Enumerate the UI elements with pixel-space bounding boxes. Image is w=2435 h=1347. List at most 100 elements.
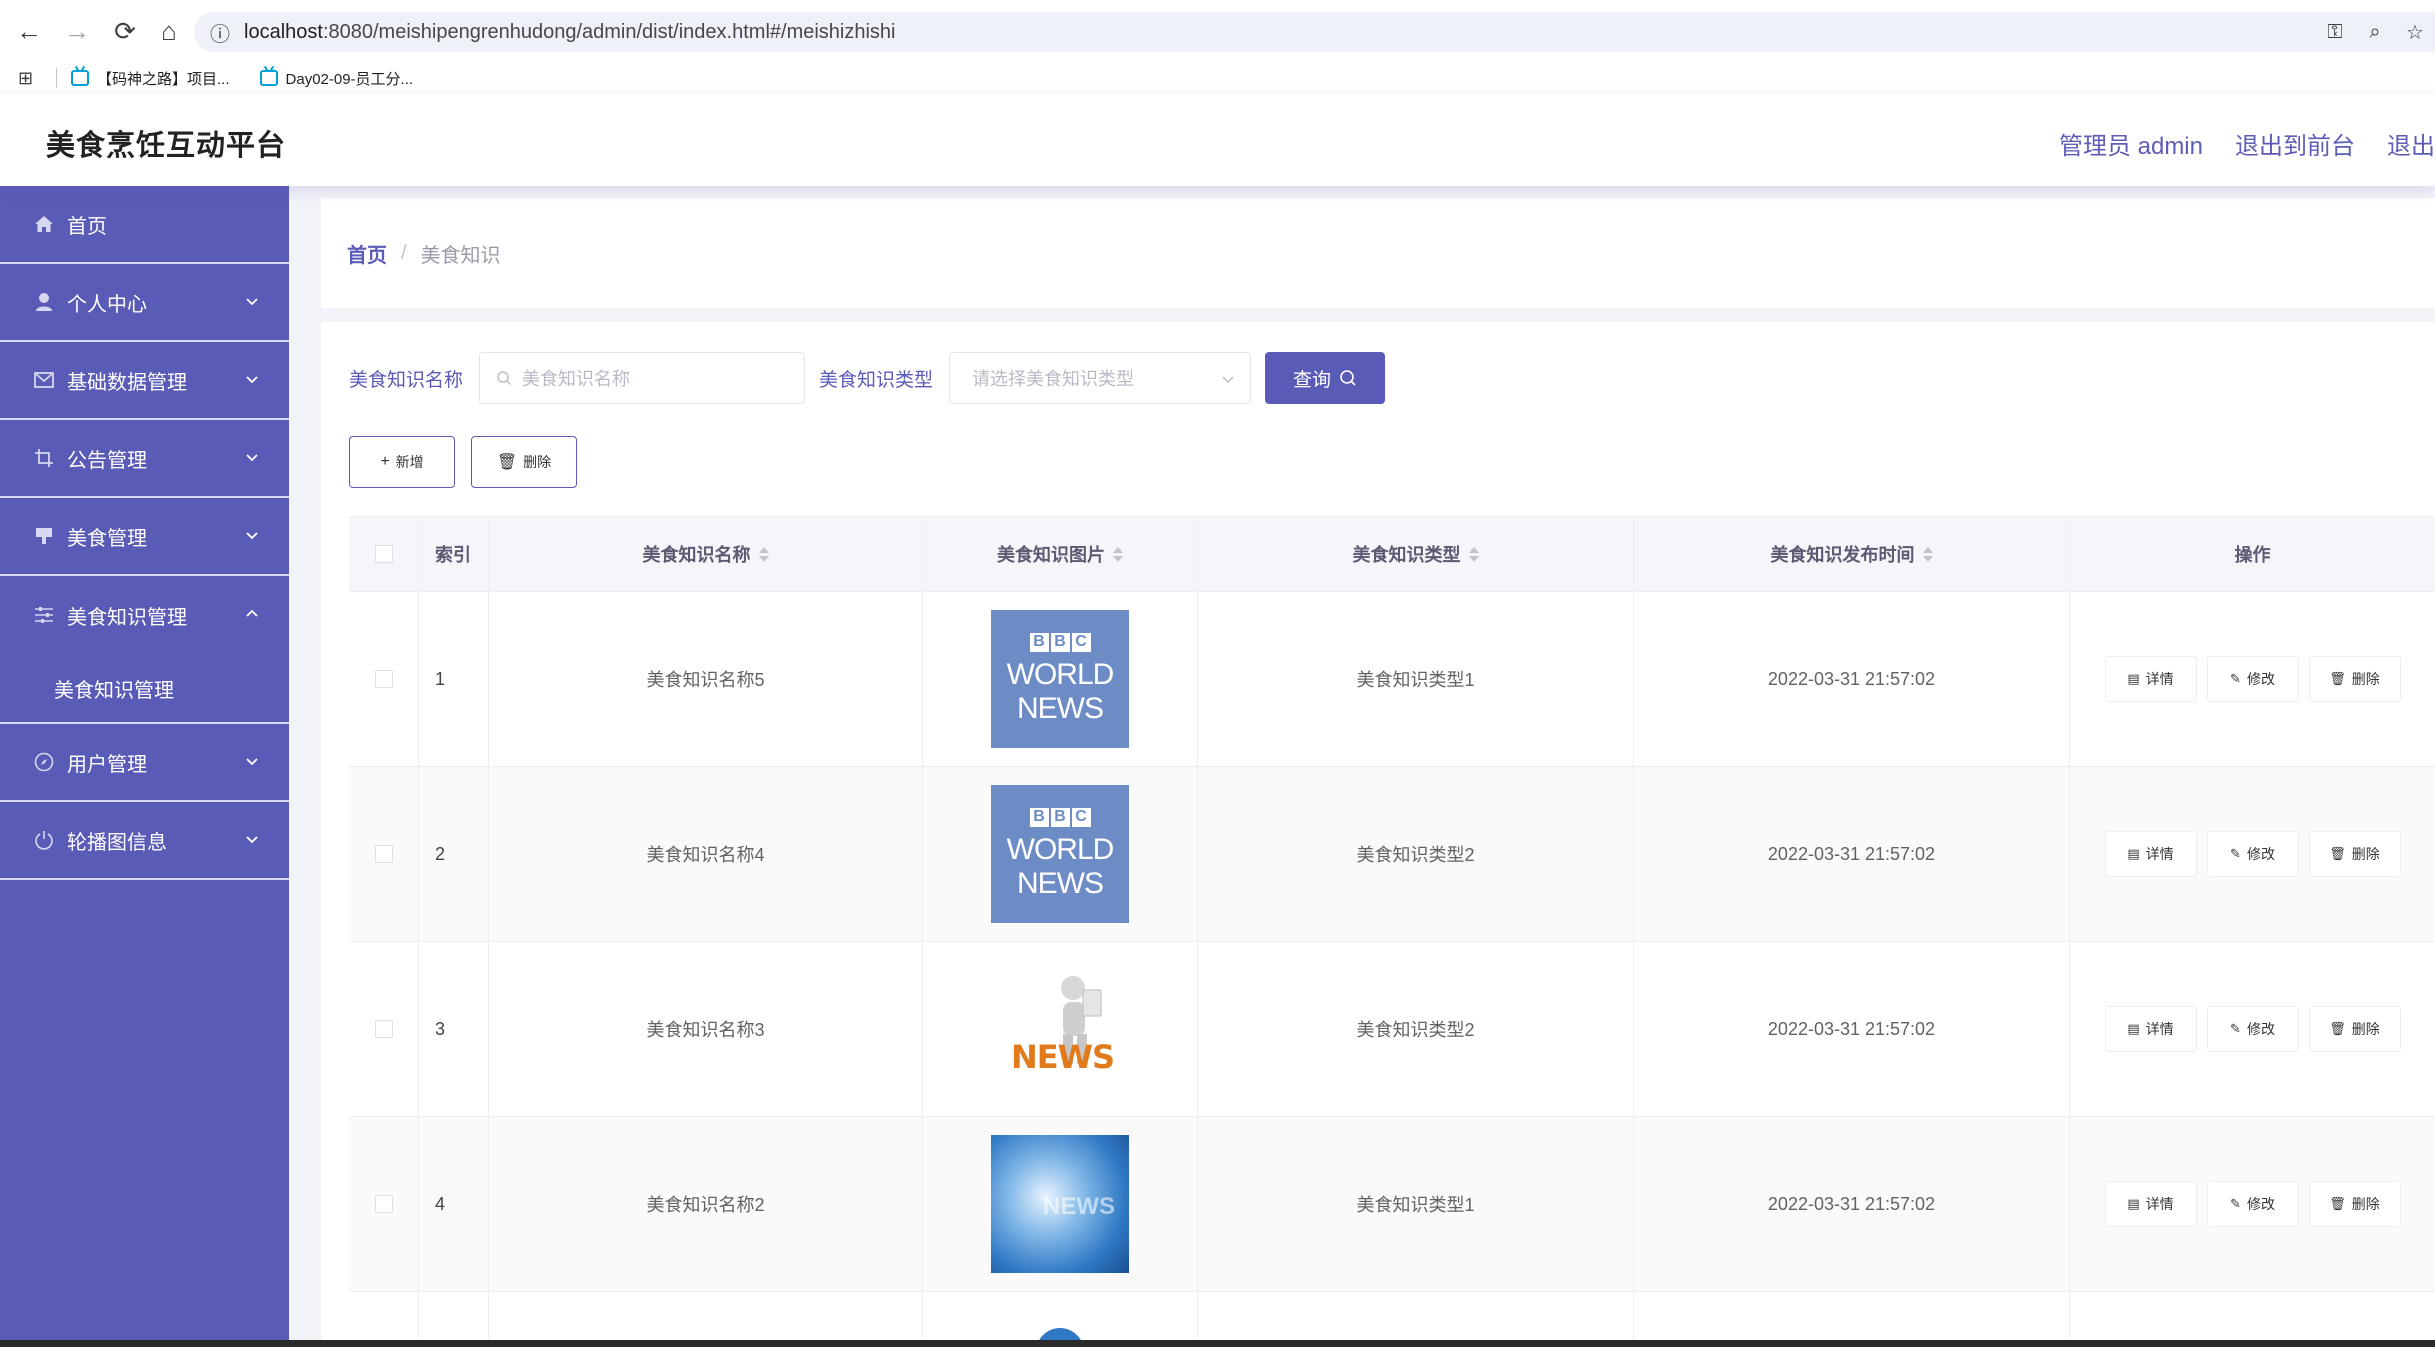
name-search-input[interactable]: 美食知识名称 [479,352,806,404]
detail-label: 详情 [2145,846,2174,862]
sidebar-item-label: 美食知识管理 [67,606,187,629]
chevron-down-icon [246,454,258,462]
row-name: 美食知识名称4 [489,767,923,941]
delete-button[interactable]: 🗑 删除 [2308,1181,2401,1227]
logout-link[interactable]: 退出 [2387,126,2435,161]
star-icon[interactable]: ☆ [2395,20,2435,45]
header-name[interactable]: 美食知识名称 [489,517,923,591]
detail-button[interactable]: ▤ 详情 [2104,1006,2197,1052]
back-icon[interactable]: ← [4,6,54,56]
table-row: 2 美食知识名称4 BBC WORLD NEWS 美食知识类型2 2022-03-… [349,767,2435,942]
news-3d-text: NEWS [1011,1038,1115,1076]
trash-icon: 🗑 [496,454,518,471]
stamp-icon [33,525,55,547]
detail-button[interactable]: ▤ 详情 [2104,831,2197,877]
exit-to-front-link[interactable]: 退出到前台 [2235,126,2355,161]
sidebar-item-basic-data[interactable]: 基础数据管理 [0,342,289,420]
key-icon[interactable]: ⚿ [2315,21,2355,44]
header-index: 索引 [419,517,489,591]
content-card: 美食知识名称 美食知识名称 美食知识类型 请选择美食知识类型 查询 + 新增 🗑 删… [321,322,2435,1347]
sort-icon[interactable] [1113,546,1123,562]
query-button[interactable]: 查询 [1265,352,1386,404]
edit-button[interactable]: ✎ 修改 [2206,1181,2299,1227]
data-table: 索引 美食知识名称 美食知识图片 美食知识类型 美食知识发布时间 操作 1 美食… [349,516,2435,1347]
detail-button[interactable]: ▤ 详情 [2104,1181,2197,1227]
header-time-label: 美食知识发布时间 [1770,545,1915,565]
row-index: 4 [419,1117,489,1291]
forward-icon[interactable]: → [52,6,102,56]
main-area: 首页 / 美食知识 美食知识名称 美食知识名称 美食知识类型 请选择美食知识类型… [289,186,2435,1347]
select-all-checkbox[interactable] [374,545,393,563]
bilibili-icon [71,70,89,86]
row-index: 3 [419,942,489,1116]
row-checkbox[interactable] [374,1195,393,1213]
row-ops [2070,1292,2435,1347]
delete-button[interactable]: 🗑 删除 [2308,831,2401,877]
header-time[interactable]: 美食知识发布时间 [1634,517,2070,591]
bookmark-item-1[interactable]: 【码神之路】项目... [71,68,230,89]
delete-button[interactable]: 🗑 删除 [2308,656,2401,702]
batch-delete-button[interactable]: 🗑 删除 [471,436,577,488]
sidebar-item-users[interactable]: 用户管理 [0,724,289,802]
delete-button[interactable]: 🗑 删除 [2308,1006,2401,1052]
pencil-icon: ✎ [2230,1196,2241,1211]
sort-icon[interactable] [1922,546,1933,562]
blue-news-globe-image: NEWS [991,1135,1129,1273]
trash-icon: 🗑 [2329,1196,2346,1211]
row-checkbox-cell [349,942,419,1116]
type-select[interactable]: 请选择美食知识类型 [949,352,1252,404]
chevron-down-icon [246,836,258,844]
app-title: 美食烹饪互动平台 [46,130,287,162]
search-icon [1340,370,1356,386]
add-button-label: 新增 [395,454,424,470]
mail-icon [33,369,55,391]
bookmark-item-2[interactable]: Day02-09-员工分... [259,68,414,89]
edit-button[interactable]: ✎ 修改 [2206,656,2299,702]
sort-icon[interactable] [1468,546,1479,562]
sidebar-item-label: 公告管理 [67,449,147,472]
row-ops: ▤ 详情 ✎ 修改 🗑 删除 [2070,942,2435,1116]
header-checkbox-cell [349,517,419,591]
row-checkbox-cell [349,1117,419,1291]
sidebar-item-home[interactable]: 首页 [0,186,289,264]
breadcrumb-home[interactable]: 首页 [347,239,387,268]
chevron-down-icon [246,758,258,766]
edit-button[interactable]: ✎ 修改 [2206,1006,2299,1052]
delete-label: 删除 [2351,1021,2380,1037]
reload-icon[interactable]: ⟳ [100,6,150,56]
home-page-icon[interactable]: ⌂ [144,6,194,56]
row-checkbox[interactable] [374,670,393,688]
row-time: 2022-03-31 21:57:02 [1634,942,2070,1116]
bookmark-label: Day02-09-员工分... [285,70,414,88]
detail-button[interactable]: ▤ 详情 [2104,656,2197,702]
url-text[interactable]: localhost:8080/meishipengrenhudong/admin… [244,21,896,44]
header-type[interactable]: 美食知识类型 [1198,517,1634,591]
row-checkbox[interactable] [374,845,393,863]
sort-icon[interactable] [758,546,769,562]
trash-icon: 🗑 [2329,846,2346,861]
row-image-cell: BBC WORLD NEWS [923,767,1198,941]
name-search-label: 美食知识名称 [349,369,464,391]
zoom-icon[interactable]: ⌕ [2355,21,2395,44]
pencil-icon: ✎ [2230,846,2241,861]
edit-label: 修改 [2246,1196,2275,1212]
chevron-down-icon [1222,376,1234,383]
sidebar-item-personal-center[interactable]: 个人中心 [0,264,289,342]
sidebar-item-food[interactable]: 美食管理 [0,498,289,576]
sidebar-item-carousel[interactable]: 轮播图信息 [0,802,289,880]
sidebar: 首页 个人中心 基础数据管理 公告管理 美食管理 美食知识管理 美食知识管理 用… [0,186,289,1347]
url-host: localhost [244,20,323,43]
sidebar-item-notice[interactable]: 公告管理 [0,420,289,498]
address-bar[interactable]: ⓘ localhost:8080/meishipengrenhudong/adm… [194,12,2435,52]
bookmark-label: 【码神之路】项目... [97,70,230,88]
sidebar-item-food-knowledge[interactable]: 美食知识管理 [0,576,289,654]
edit-button[interactable]: ✎ 修改 [2206,831,2299,877]
submenu-item-food-knowledge[interactable]: 美食知识管理 [0,654,289,724]
header-image[interactable]: 美食知识图片 [923,517,1198,591]
row-image-cell: BBC WORLD NEWS [923,592,1198,766]
edit-label: 修改 [2246,1021,2275,1037]
add-button[interactable]: + 新增 [349,436,455,488]
apps-icon[interactable]: ⊞ [18,68,52,89]
site-info-icon[interactable]: ⓘ [200,18,240,47]
row-checkbox[interactable] [374,1020,393,1038]
